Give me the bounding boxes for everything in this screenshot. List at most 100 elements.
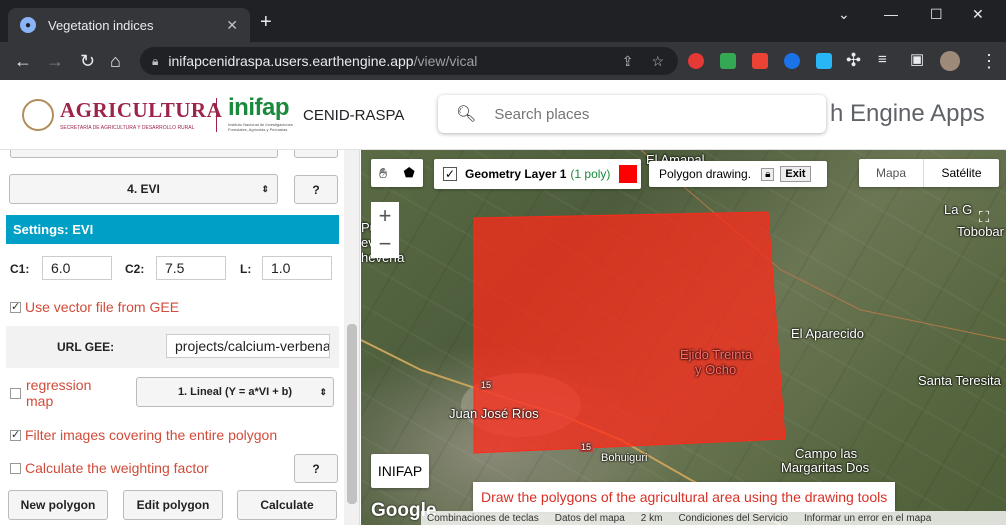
place-ejido-1: Ejido Treinta (680, 347, 753, 362)
minimize-icon[interactable]: — (884, 6, 898, 22)
cenid-label: CENID-RASPA (303, 107, 405, 124)
exit-drawing-button[interactable]: Exit (780, 166, 811, 182)
agricultura-logo: AGRICULTURA SECRETARÍA DE AGRICULTURA Y … (22, 98, 222, 131)
edit-polygon-button[interactable]: Edit polygon (123, 490, 223, 520)
seal-icon (22, 98, 54, 131)
regression-select-value: 1. Lineal (Y = a*VI + b) (177, 386, 293, 398)
agricultura-name: AGRICULTURA (60, 98, 223, 122)
place-campo-2: Margaritas Dos (781, 460, 870, 475)
search-input[interactable] (494, 105, 795, 123)
inifap-button[interactable]: INIFAP (371, 454, 429, 488)
map-type-map-button[interactable]: Mapa (859, 159, 923, 187)
geometry-layer-panel[interactable]: ✓ Geometry Layer 1 (1 poly) (434, 159, 641, 189)
polygon-drawing-bar: Polygon drawing. 🔒︎ Exit (649, 161, 827, 187)
search-box[interactable]: 🔍︎ (438, 95, 826, 133)
hand-icon[interactable]: ✋︎ (379, 165, 387, 182)
checkbox-icon (10, 462, 21, 474)
place-campo-1: Campo las (795, 446, 858, 461)
lock-icon[interactable]: 🔒︎ (152, 54, 158, 69)
maximize-icon[interactable]: ☐ (930, 6, 943, 23)
inifap-logo-text: inifap (228, 94, 290, 121)
extension-icon-green[interactable] (720, 53, 736, 69)
regression-label-line1: regression (26, 377, 92, 393)
regression-checkbox[interactable]: regression map (10, 377, 91, 409)
previous-help-button[interactable] (294, 150, 338, 158)
fullscreen-icon[interactable]: ⛶ (969, 202, 999, 232)
zoom-in-button[interactable]: + (371, 202, 399, 230)
vector-checkbox[interactable]: ✓ Use vector file from GEE (10, 299, 179, 315)
attrib-map-data[interactable]: Datos del mapa (555, 513, 625, 524)
reload-icon[interactable]: ↻ (80, 51, 95, 71)
new-tab-button[interactable]: + (260, 12, 272, 32)
zoom-out-button[interactable]: − (371, 230, 399, 258)
attrib-report-error[interactable]: Informar un error en el mapa (804, 513, 931, 524)
lock-icon[interactable]: 🔒︎ (761, 167, 775, 181)
panel-scrollbar-thumb[interactable] (347, 324, 357, 504)
extension-icon-mega[interactable] (752, 53, 768, 69)
browser-tab-bar: ● Vegetation indices ✕ + ⌄ — ☐ ✕ (0, 0, 1006, 42)
chevron-down-icon[interactable]: ⌄ (838, 6, 850, 23)
filter-label: Filter images covering the entire polygo… (25, 427, 278, 443)
index-help-button[interactable]: ? (294, 175, 338, 204)
url-gee-field[interactable]: projects/calcium-verbena (166, 334, 330, 358)
place-el-aparecido: El Aparecido (791, 326, 864, 341)
forward-icon[interactable]: → (46, 51, 64, 71)
map-type-control: Mapa Satélite (859, 159, 999, 187)
checkmark-icon: ✓ (10, 428, 21, 441)
close-tab-icon[interactable]: ✕ (226, 17, 238, 34)
back-icon[interactable]: ← (14, 51, 32, 71)
attrib-keyboard-shortcuts[interactable]: Combinaciones de teclas (427, 513, 539, 524)
map-attribution: Combinaciones de teclas Datos del mapa 2… (421, 511, 1006, 525)
map-view[interactable]: El Amapal La G Tobobar El Aparecido Ejid… (361, 150, 1006, 525)
extension-icon-dropbox[interactable] (816, 53, 832, 69)
search-icon: 🔍︎ (456, 106, 477, 123)
polygon-drawing-label: Polygon drawing. (659, 167, 752, 181)
home-icon[interactable]: ⌂ (110, 51, 121, 71)
checkbox-icon (10, 388, 21, 399)
close-window-icon[interactable]: ✕ (972, 6, 984, 23)
address-bar[interactable]: 🔒︎ inifapcenidraspa.users.earthengine.ap… (140, 47, 678, 75)
logo-divider (216, 98, 217, 132)
zoom-control: + − (371, 202, 399, 258)
puzzle-icon[interactable]: ✣ (846, 50, 861, 70)
menu-icon[interactable]: ⋮ (980, 51, 998, 71)
road-shield-15: 15 (479, 380, 494, 390)
browser-toolbar: ← → ↻ ⌂ 🔒︎ inifapcenidraspa.users.earthe… (0, 42, 1006, 80)
share-icon[interactable]: ⇪ (622, 53, 634, 70)
weighting-help-button[interactable]: ? (294, 454, 338, 483)
regression-label-line2: map (26, 393, 54, 409)
place-la-g: La G (944, 202, 973, 217)
filter-checkbox[interactable]: ✓ Filter images covering the entire poly… (10, 427, 277, 443)
place-bohuiguri: Bohuiguri (601, 452, 648, 464)
updown-icon: ⇕ (319, 386, 327, 397)
media-icon[interactable]: ≡ (878, 50, 887, 70)
layer-checkbox[interactable]: ✓ (443, 167, 457, 181)
calculate-button[interactable]: Calculate (237, 490, 337, 520)
layer-count: (1 poly) (570, 167, 611, 181)
extension-icon-blue[interactable] (784, 53, 800, 69)
map-type-satellite-button[interactable]: Satélite (923, 159, 999, 187)
settings-header: Settings: EVI (6, 215, 339, 244)
layer-color-swatch[interactable] (619, 165, 638, 183)
c1-field[interactable]: 6.0 (42, 256, 112, 280)
star-icon[interactable]: ☆ (651, 53, 664, 70)
extension-icon-red[interactable] (688, 53, 704, 69)
polygon-tool-icon[interactable]: ⬟ (404, 165, 415, 181)
attrib-terms[interactable]: Condiciones del Servicio (678, 513, 788, 524)
index-select[interactable]: 4. EVI ⇕ (9, 174, 278, 204)
regression-select[interactable]: 1. Lineal (Y = a*VI + b) ⇕ (136, 377, 334, 407)
new-polygon-button[interactable]: New polygon (8, 490, 108, 520)
browser-tab[interactable]: ● Vegetation indices ✕ (8, 8, 250, 42)
c2-field[interactable]: 7.5 (156, 256, 226, 280)
avatar[interactable] (940, 51, 960, 71)
weighting-checkbox[interactable]: Calculate the weighting factor (10, 460, 209, 476)
previous-control[interactable] (10, 150, 278, 158)
sidebar-icon[interactable]: ▣ (910, 50, 924, 70)
layer-name: Geometry Layer 1 (465, 167, 567, 181)
map-overlay-svg (361, 150, 1006, 525)
weighting-label: Calculate the weighting factor (25, 460, 209, 476)
regression-label: regression map (25, 377, 91, 409)
url-label: URL GEE: (57, 340, 115, 354)
tab-title: Vegetation indices (48, 17, 154, 33)
l-field[interactable]: 1.0 (262, 256, 332, 280)
